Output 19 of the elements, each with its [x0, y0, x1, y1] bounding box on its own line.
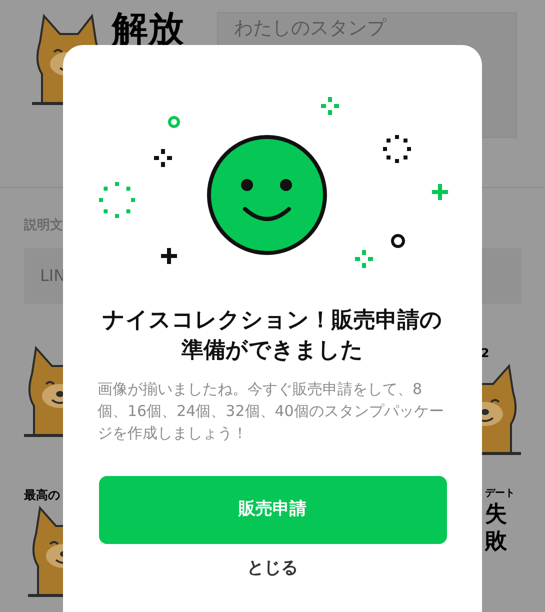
plus-icon [430, 182, 450, 202]
sparkle-icon [99, 182, 135, 218]
sticker-title: 解放 [112, 12, 184, 48]
sparkle-icon [355, 250, 373, 268]
dialog-message: 画像が揃いましたね。今すぐ販売申請をして、8個、16個、24個、32個、40個のスタンプパッケージを作成しましょう！ [98, 379, 445, 444]
sparkle-icon [383, 135, 411, 163]
plus-icon [159, 246, 179, 266]
ring-icon [391, 234, 405, 248]
sticker-caption: 2 [480, 344, 490, 362]
smiley-face-icon [207, 135, 327, 255]
sparkle-icon [154, 149, 172, 167]
sticker-caption: 敗 [485, 528, 507, 556]
sticker-caption: 失 [485, 500, 507, 528]
sparkle-icon [321, 97, 339, 115]
ring-icon [168, 116, 180, 128]
close-button[interactable]: とじる [247, 556, 298, 582]
sticker-caption: デート [485, 486, 515, 500]
dialog-title: ナイスコレクション！販売申請の準備ができました [102, 307, 444, 365]
sticker-caption: 最高の [24, 486, 61, 504]
